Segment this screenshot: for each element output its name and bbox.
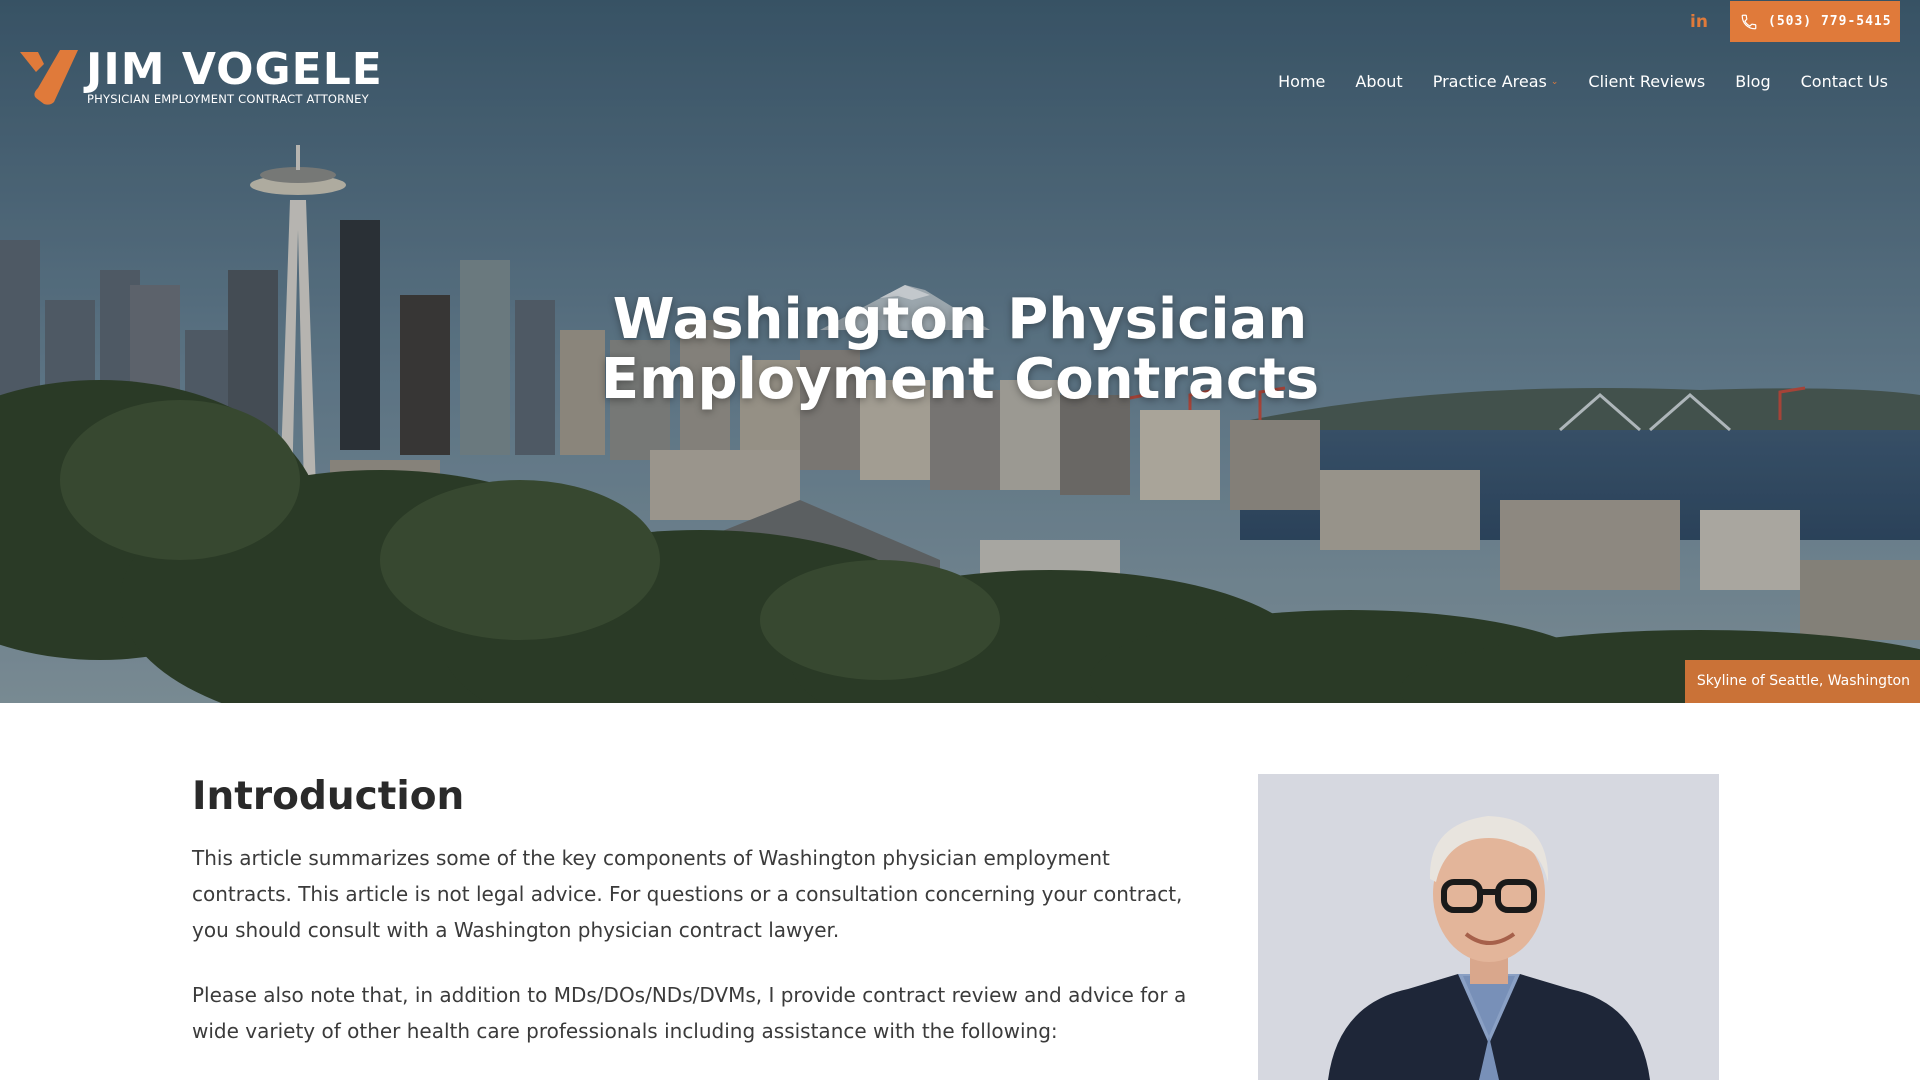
phone-icon xyxy=(1741,14,1757,29)
brand-name: JIM VOGELE xyxy=(86,44,383,95)
nav-client-reviews-label: Client Reviews xyxy=(1588,72,1706,91)
nav-about-label: About xyxy=(1355,72,1403,91)
linkedin-icon[interactable]: in xyxy=(1686,9,1712,35)
phone-button[interactable]: (503) 779-5415 xyxy=(1730,1,1900,42)
nav-blog-label: Blog xyxy=(1735,72,1771,91)
nav-contact-us[interactable]: Contact Us xyxy=(1801,72,1888,91)
nav-contact-us-label: Contact Us xyxy=(1800,72,1888,91)
phone-number: (503) 779-5415 xyxy=(1768,14,1892,29)
page-title-line1: Washington Physician xyxy=(612,287,1308,352)
attorney-portrait xyxy=(1258,774,1719,1080)
section-heading: Introduction xyxy=(192,774,465,819)
nav-blog[interactable]: Blog xyxy=(1735,72,1770,91)
intro-paragraph: This article summarizes some of the key … xyxy=(192,846,1183,942)
nav-practice-areas-label: Practice Areas xyxy=(1432,72,1547,91)
chevron-down-icon: ⌄ xyxy=(1550,76,1559,87)
logo-mark-icon xyxy=(20,50,78,105)
brand-tagline: PHYSICIAN EMPLOYMENT CONTRACT ATTORNEY xyxy=(87,92,369,106)
portrait-image xyxy=(1258,774,1719,1080)
main-content: Introduction This article summarizes som… xyxy=(0,703,1920,1080)
nav-home-label: Home xyxy=(1278,72,1326,91)
page-title-line2: Employment Contracts xyxy=(600,347,1320,412)
page-title: Washington Physician Employment Contract… xyxy=(0,290,1920,410)
services-paragraph: Please also note that, in addition to MD… xyxy=(192,983,1187,1043)
nav-practice-areas[interactable]: Practice Areas ⌄ xyxy=(1433,72,1559,91)
hero-banner: in (503) 779-5415 JIM VOGELE PHYSICIAN E… xyxy=(0,0,1920,703)
nav-home[interactable]: Home xyxy=(1278,72,1325,91)
image-caption: Skyline of Seattle, Washington xyxy=(1684,660,1920,703)
nav-client-reviews[interactable]: Client Reviews xyxy=(1588,72,1705,91)
site-logo[interactable]: JIM VOGELE PHYSICIAN EMPLOYMENT CONTRACT… xyxy=(18,44,382,110)
main-nav: Home About Practice Areas ⌄ Client Review… xyxy=(1278,72,1888,91)
nav-about[interactable]: About xyxy=(1355,72,1402,91)
